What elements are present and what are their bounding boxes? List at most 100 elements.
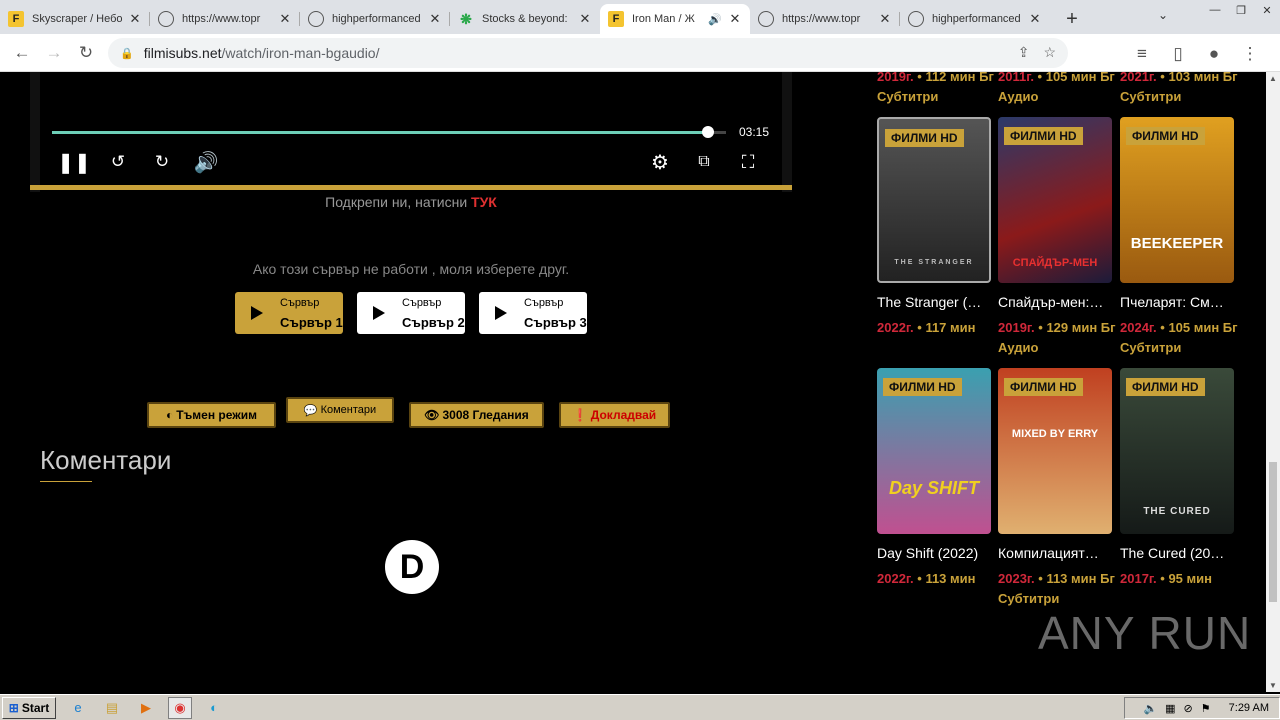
views-label: 3008 Гледания [442,408,529,422]
server-3-button[interactable]: Сървър Сървър 3 [479,292,587,334]
menu-icon[interactable]: ⋮ [1234,38,1266,70]
picture-in-picture-icon[interactable]: ⧉ [690,148,718,176]
server-2-button[interactable]: Сървър Сървър 2 [357,292,465,334]
close-icon[interactable]: ✕ [278,11,292,27]
half-circle-icon: ◐ [165,408,174,422]
tab-stocks[interactable]: ❋ Stocks & beyond: ✕ [450,4,600,34]
scroll-down-icon[interactable]: ▼ [1269,681,1277,690]
tab-iron-man[interactable]: F Iron Man / Ж 🔊 ✕ [600,4,750,34]
profile-icon[interactable]: ● [1198,38,1230,70]
movie-title[interactable]: Спайдър-мен:… [998,294,1116,310]
pause-icon[interactable]: ❚❚ [57,148,91,176]
tab-topr-2[interactable]: https://www.topr ✕ [750,4,900,34]
share-icon[interactable]: ⇪ [1018,44,1030,61]
media-player-icon[interactable]: ▶ [134,697,158,719]
tab-skyscraper[interactable]: F Skyscraper / Небо ✕ [0,4,150,34]
side-panel-icon[interactable]: ▯ [1162,38,1194,70]
speaker-icon[interactable]: 🔊 [708,13,722,26]
rewind-10-icon[interactable]: ↺ [104,148,132,176]
close-icon[interactable]: ✕ [128,11,142,27]
movie-meta: 2022г. • 113 мин [877,571,976,586]
windows-taskbar: ⊞ Start e ▤ ▶ ◉ ◐ 🔈 ▦ ⊘ ⚑ 7:29 AM [0,694,1280,720]
start-label: Start [21,700,50,715]
forward-10-icon[interactable]: ↻ [148,148,176,176]
movie-poster[interactable]: ФИЛМИ HD MIXED BY ERRY [998,368,1112,534]
close-icon[interactable]: ✕ [428,11,442,27]
start-button[interactable]: ⊞ Start [2,696,56,719]
chrome-icon[interactable]: ◉ [168,696,192,719]
tab-title: Stocks & beyond: [482,13,568,25]
movie-year: 2019г. [877,72,914,84]
edge-icon[interactable]: ◐ [202,697,226,719]
restore-icon[interactable]: ❐ [1228,0,1254,20]
tab-topr[interactable]: https://www.topr ✕ [150,4,300,34]
stocks-icon: ❋ [460,10,472,27]
tab-highperformance[interactable]: highperformanced ✕ [300,4,450,34]
fullscreen-icon[interactable]: ⛶ [734,148,762,176]
progress-handle[interactable] [702,126,714,138]
dark-mode-button[interactable]: ◐ Тъмен режим [147,402,276,428]
anyrun-watermark: ANY RUN [1038,607,1252,659]
forward-icon[interactable]: → [38,37,70,69]
new-tab-button[interactable]: + [1058,4,1086,34]
window-controls: — ❐ ✕ [1202,0,1280,20]
movie-meta: 2019г. • 129 мин Бг Аудио [998,320,1116,355]
url-domain: filmisubs.net [143,45,222,61]
poster-text: THE CURED [1143,506,1211,517]
folder-icon[interactable]: ▤ [100,697,124,719]
movie-meta: 2019г. • 112 мин Бг Субтитри [877,72,995,107]
page-content: 03:15 ❚❚ ↺ ↻ 🔊 ⚙ ⧉ ⛶ Подкрепи ни, натисн… [0,72,1266,692]
flag-icon[interactable]: ⚑ [1201,702,1211,715]
report-button[interactable]: ❗ Докладвай [559,402,670,428]
heading-underline [40,481,92,482]
movie-poster[interactable]: ФИЛМИ HD THE STRANGER [877,117,991,283]
network-icon[interactable]: ▦ [1165,702,1175,715]
volume-tray-icon[interactable]: 🔈 [1143,702,1157,715]
alert-icon: ❗ [572,408,588,422]
media-control-icon[interactable]: ≡ [1126,38,1158,70]
window-close-icon[interactable]: ✕ [1254,0,1280,20]
support-link[interactable]: ТУК [471,194,497,210]
tab-search-chevron-icon[interactable]: ⌄ [1158,8,1168,22]
movie-title[interactable]: The Cured (20… [1120,545,1238,561]
settings-gear-icon[interactable]: ⚙ [646,148,674,176]
minimize-icon[interactable]: — [1202,0,1228,20]
play-icon [251,306,263,320]
server-message: Ако този сървър не работи , моля изберет… [252,261,570,277]
system-tray: 🔈 ▦ ⊘ ⚑ 7:29 AM [1124,697,1280,719]
progress-bar[interactable] [52,131,708,134]
movie-title[interactable]: Пчеларят: См… [1120,294,1238,310]
scroll-up-icon[interactable]: ▲ [1269,74,1277,83]
url-path: /watch/iron-man-bgaudio/ [221,45,380,61]
movie-title[interactable]: The Stranger (… [877,294,995,310]
views-button[interactable]: 👁 3008 Гледания [409,402,544,428]
tab-highperformance-2[interactable]: highperformanced ✕ [900,4,1050,34]
scroll-thumb[interactable] [1269,462,1277,602]
server-1-button[interactable]: Сървър Сървър 1 [235,292,343,334]
close-icon[interactable]: ✕ [578,11,592,27]
movie-title[interactable]: Day Shift (2022) [877,545,995,561]
close-icon[interactable]: ✕ [1028,11,1042,27]
close-icon[interactable]: ✕ [878,11,892,27]
movie-poster[interactable]: ФИЛМИ HD СПАЙДЪР-МЕН [998,117,1112,283]
movie-year: 2022г. [877,571,914,586]
dark-mode-label: Тъмен режим [176,408,258,422]
address-bar[interactable]: 🔒 filmisubs.net/watch/iron-man-bgaudio/ … [108,38,1068,68]
bookmark-star-icon[interactable]: ☆ [1043,44,1056,61]
movie-title[interactable]: Компилацият… [998,545,1116,561]
comments-button[interactable]: 💬 Коментари [286,397,394,423]
page-scrollbar[interactable]: ▲ ▼ [1266,72,1280,692]
movie-poster[interactable]: ФИЛМИ HD THE CURED [1120,368,1234,534]
ie-icon[interactable]: e [66,697,90,719]
player-border [30,185,792,190]
volume-icon[interactable]: 🔊 [192,148,220,176]
movie-poster[interactable]: ФИЛМИ HD Day SHIFT [877,368,991,534]
server-label: Сървър [402,297,442,309]
reload-icon[interactable]: ↻ [70,37,102,69]
close-icon[interactable]: ✕ [728,11,742,27]
movie-poster[interactable]: ФИЛМИ HD BEEKEEPER [1120,117,1234,283]
back-icon[interactable]: ← [6,37,38,69]
server-label: Сървър [524,297,564,309]
poster-text: MIXED BY ERRY [1011,428,1099,440]
security-icon[interactable]: ⊘ [1184,702,1193,715]
